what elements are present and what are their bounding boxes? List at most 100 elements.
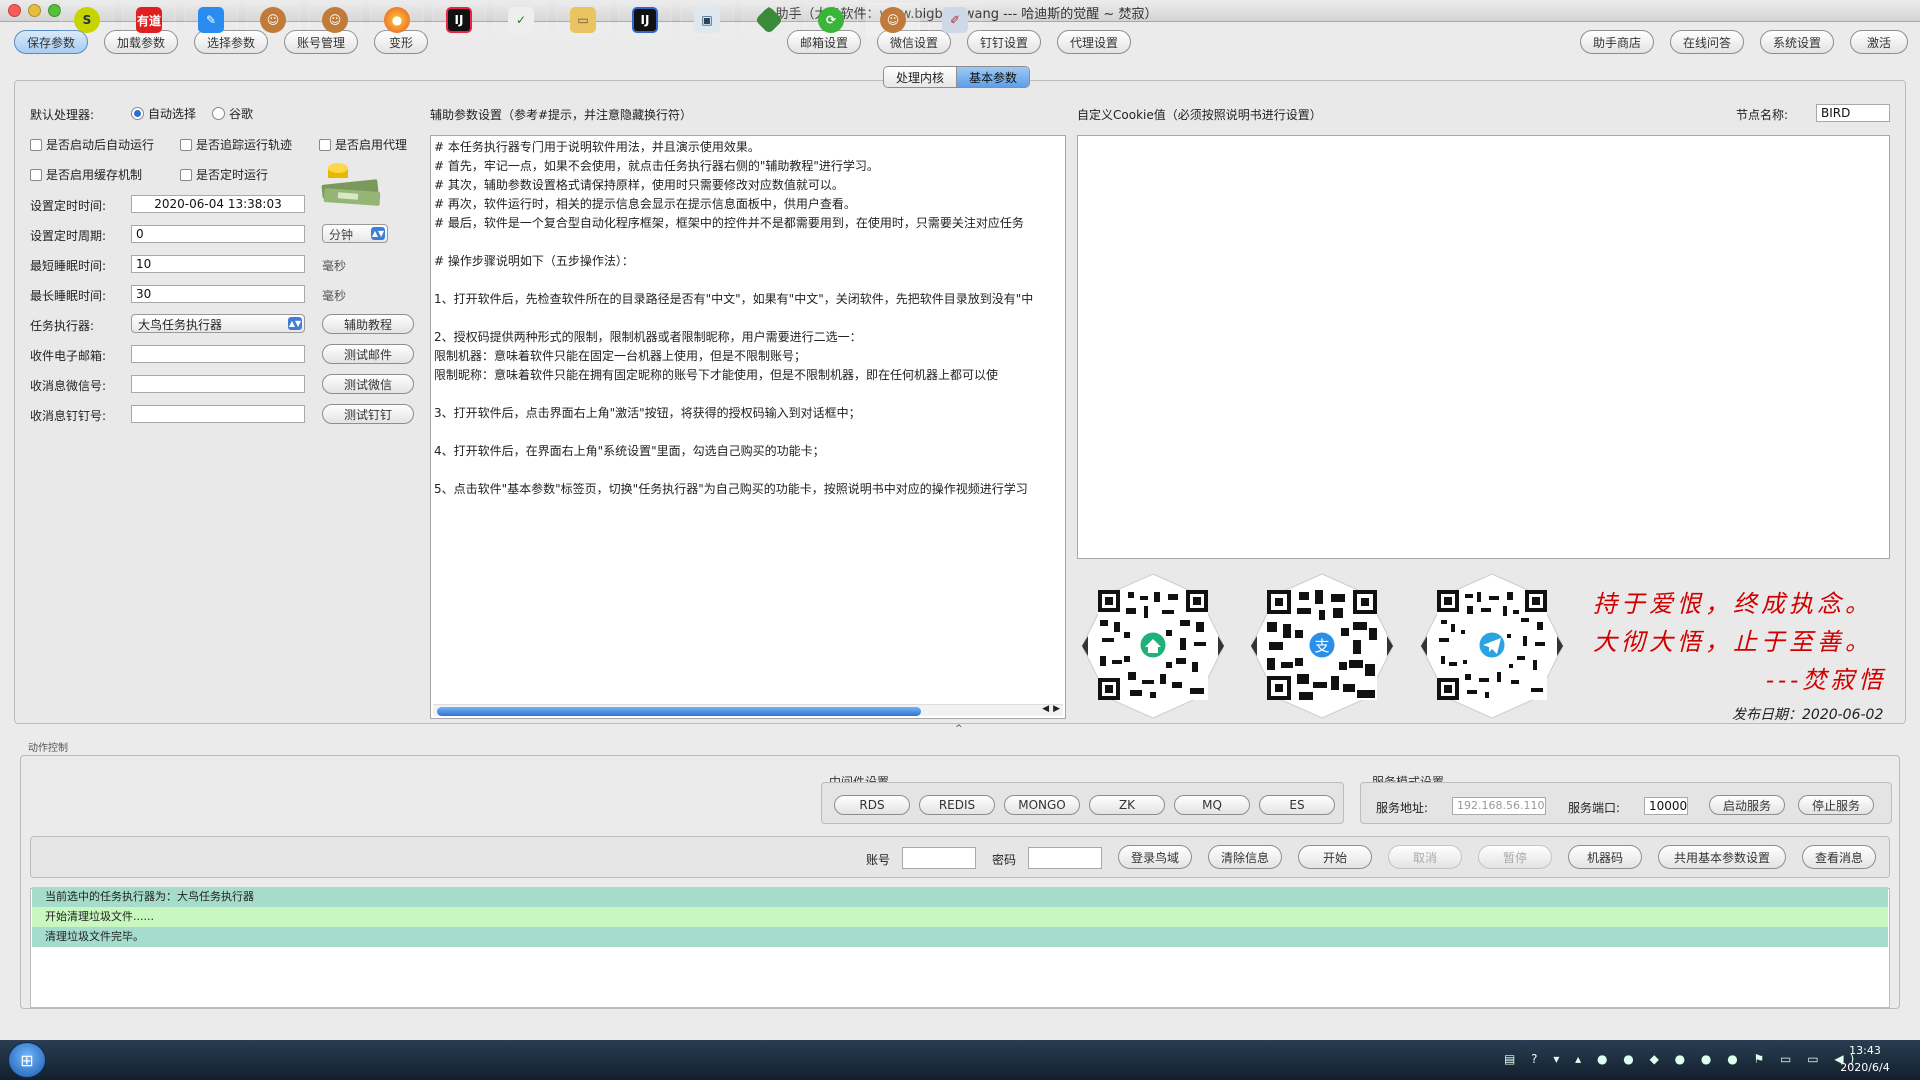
middleware-rds-button[interactable]: RDS xyxy=(834,795,910,815)
tab-basic-params[interactable]: 基本参数 xyxy=(956,67,1030,87)
aux-line: 2、授权码提供两种形式的限制，限制机器或者限制昵称，用户需要进行二选一： xyxy=(434,330,862,344)
clear-info-button[interactable]: 清除信息 xyxy=(1208,845,1282,869)
timed-period-input[interactable]: 0 xyxy=(131,225,305,243)
email-input[interactable] xyxy=(131,345,305,363)
online-qa-button[interactable]: 在线问答 xyxy=(1670,30,1744,54)
taskbar-app-icon[interactable]: ✐ xyxy=(928,3,982,37)
cancel-button[interactable]: 取消 xyxy=(1388,845,1462,869)
middleware-zk-button[interactable]: ZK xyxy=(1089,795,1165,815)
tab-processing-core[interactable]: 处理内核 xyxy=(884,67,957,87)
max-sleep-input[interactable]: 30 xyxy=(131,285,305,303)
checkbox-autorun-box[interactable] xyxy=(30,138,42,151)
account-input[interactable] xyxy=(902,847,976,869)
timed-time-input[interactable]: 2020-06-04 13:38:03 xyxy=(131,195,305,213)
monkey-app-icon: ☺ xyxy=(880,7,906,33)
radio-auto-select[interactable]: 自动选择 xyxy=(131,105,196,122)
scrollbar-thumb[interactable] xyxy=(437,707,921,716)
radio-chrome[interactable]: 谷歌 xyxy=(212,105,253,122)
aux-params-textarea[interactable]: # 本任务执行器专门用于说明软件用法，并且演示使用效果。 # 首先，牢记一点，如… xyxy=(430,135,1066,719)
taskbar-youdao-icon[interactable]: 有道 xyxy=(122,3,176,37)
executor-label: 任务执行器: xyxy=(30,319,95,333)
checkbox-proxy[interactable]: 是否启用代理 xyxy=(319,136,407,153)
checkbox-cache-box[interactable] xyxy=(30,168,42,181)
chevron-updown-icon: ▲▼ xyxy=(371,227,385,240)
shared-params-button[interactable]: 共用基本参数设置 xyxy=(1658,845,1786,869)
middleware-redis-button[interactable]: REDIS xyxy=(919,795,995,815)
checkbox-timed[interactable]: 是否定时运行 xyxy=(180,166,268,183)
checkbox-proxy-box[interactable] xyxy=(319,138,331,151)
monkey-app-icon: ☺ xyxy=(260,7,286,33)
pen-app-icon: ✎ xyxy=(198,7,224,33)
test-wechat-button[interactable]: 测试微信 xyxy=(322,374,414,394)
taskbar-app-icon[interactable]: S xyxy=(60,3,114,37)
chart-app-icon: ✓ xyxy=(508,7,534,33)
taskbar-ide-icon[interactable]: IJ xyxy=(432,3,486,37)
youdao-icon: 有道 xyxy=(136,7,162,33)
dingtalk-input[interactable] xyxy=(131,405,305,423)
collapse-caret-icon[interactable]: ^ xyxy=(955,724,963,734)
start-button-icon[interactable]: ⊞ xyxy=(8,1042,46,1078)
clock-date[interactable]: 2020/6/4 xyxy=(1830,1061,1900,1074)
taskbar-app-icon[interactable]: ✓ xyxy=(494,3,548,37)
clock-time[interactable]: 13:43 xyxy=(1835,1044,1895,1057)
help-tutorial-button[interactable]: 辅助教程 xyxy=(322,314,414,334)
middleware-mongo-button[interactable]: MONGO xyxy=(1004,795,1080,815)
middleware-mq-button[interactable]: MQ xyxy=(1174,795,1250,815)
taskbar-explorer-icon[interactable]: ▭ xyxy=(556,3,610,37)
executor-value: 大鸟任务执行器 xyxy=(138,318,223,332)
activate-button[interactable]: 激活 xyxy=(1850,30,1908,54)
paint-app-icon: ✐ xyxy=(942,7,968,33)
folder-icon: ▭ xyxy=(570,7,596,33)
aux-line: 限制昵称：意味着软件只能在拥有固定昵称的账号下才能使用，但是不限制机器，即在任何… xyxy=(434,368,999,382)
system-settings-button[interactable]: 系统设置 xyxy=(1760,30,1834,54)
assistant-store-button[interactable]: 助手商店 xyxy=(1580,30,1654,54)
test-email-button[interactable]: 测试邮件 xyxy=(322,344,414,364)
account-label: 账号 xyxy=(866,853,891,867)
service-port-input[interactable]: 10000 xyxy=(1644,797,1688,815)
taskbar-ide-icon[interactable]: IJ xyxy=(618,3,672,37)
wechat-input[interactable] xyxy=(131,375,305,393)
checkbox-trace[interactable]: 是否追踪运行轨迹 xyxy=(180,136,292,153)
min-sleep-input[interactable]: 10 xyxy=(131,255,305,273)
proxy-settings-button[interactable]: 代理设置 xyxy=(1057,30,1131,54)
aux-line: # 其次，辅助参数设置格式请保持原样，使用时只需要修改对应数值就可以。 xyxy=(434,178,844,192)
aux-line xyxy=(431,271,1065,290)
scroll-right-icon[interactable]: ▶ xyxy=(1053,704,1060,714)
checkbox-trace-box[interactable] xyxy=(180,138,192,151)
radio-auto-indicator[interactable] xyxy=(131,107,144,120)
taskbar-assistant-icon[interactable]: ☺ xyxy=(866,3,920,37)
password-input[interactable] xyxy=(1028,847,1102,869)
period-unit-select[interactable]: 分钟 ▲▼ xyxy=(322,224,388,243)
service-address-input[interactable]: 192.168.56.110 xyxy=(1452,797,1546,815)
cookie-textarea[interactable] xyxy=(1077,135,1890,559)
executor-select[interactable]: 大鸟任务执行器 ▲▼ xyxy=(131,314,305,333)
test-dingtalk-button[interactable]: 测试钉钉 xyxy=(322,404,414,424)
start-service-button[interactable]: 启动服务 xyxy=(1709,795,1785,815)
taskbar-app-icon[interactable]: ▣ xyxy=(680,3,734,37)
checkbox-cache[interactable]: 是否启用缓存机制 xyxy=(30,166,142,183)
login-button[interactable]: 登录鸟域 xyxy=(1118,845,1192,869)
stop-service-button[interactable]: 停止服务 xyxy=(1798,795,1874,815)
qr-code-homepage xyxy=(1081,573,1225,719)
aux-line xyxy=(431,423,1065,442)
machine-code-button[interactable]: 机器码 xyxy=(1568,845,1642,869)
aux-line: 5、点击软件"基本参数"标签页，切换"任务执行器"为自己购买的功能卡，按照说明书… xyxy=(434,482,1028,496)
view-messages-button[interactable]: 查看消息 xyxy=(1802,845,1876,869)
middleware-es-button[interactable]: ES xyxy=(1259,795,1335,815)
start-button[interactable]: 开始 xyxy=(1298,845,1372,869)
taskbar-app-icon[interactable]: ☺ xyxy=(246,3,300,37)
pause-button[interactable]: 暂停 xyxy=(1478,845,1552,869)
taskbar-app-icon[interactable]: ☺ xyxy=(308,3,362,37)
checkbox-autorun[interactable]: 是否启动后自动运行 xyxy=(30,136,154,153)
aux-horizontal-scrollbar[interactable]: ◀ ▶ xyxy=(433,704,1063,716)
scroll-left-icon[interactable]: ◀ xyxy=(1042,704,1049,714)
taskbar-app-icon[interactable]: ⟳ xyxy=(804,3,858,37)
email-label: 收件电子邮箱: xyxy=(30,349,107,363)
radio-chrome-indicator[interactable] xyxy=(212,107,225,120)
node-name-input[interactable]: BIRD xyxy=(1816,104,1890,122)
tray-icons[interactable]: ▤ ? ▾ ▴ ● ● ◆ ● ● ● ⚑ ▭ ▭ ◀) xyxy=(1504,1052,1860,1066)
taskbar-firefox-icon[interactable]: ● xyxy=(370,3,424,37)
taskbar-app-icon[interactable]: ✎ xyxy=(184,3,238,37)
checkbox-timed-box[interactable] xyxy=(180,168,192,181)
taskbar-app-icon[interactable] xyxy=(742,3,796,37)
